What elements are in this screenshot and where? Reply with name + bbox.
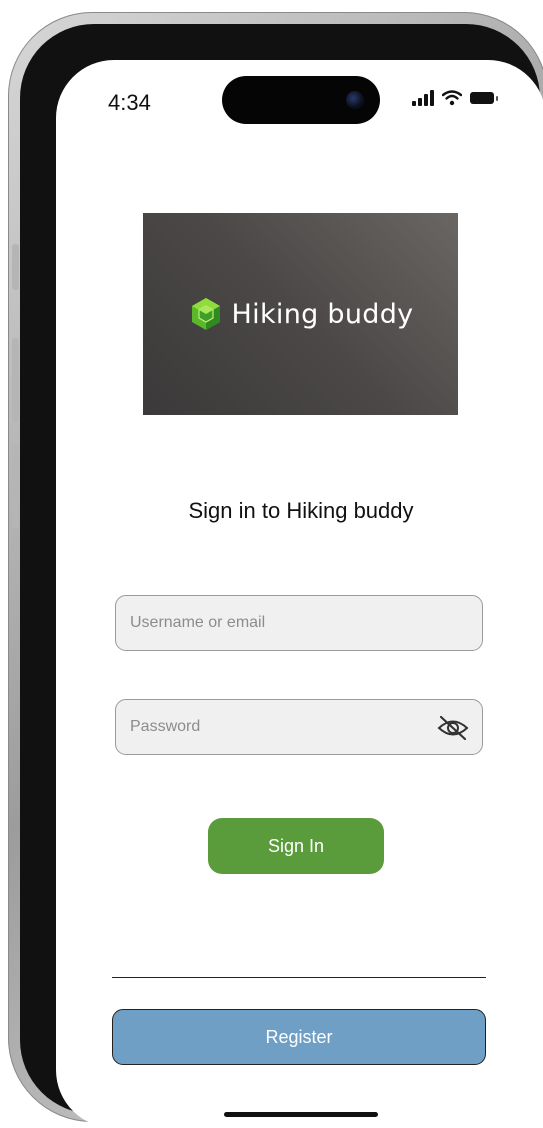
wifi-icon [442, 90, 462, 106]
page-title: Sign in to Hiking buddy [188, 498, 414, 523]
sign-in-button[interactable]: Sign In [208, 818, 384, 874]
logo-text: Hiking buddy [231, 298, 414, 330]
password-input[interactable] [116, 700, 482, 754]
eye-off-icon[interactable] [436, 714, 470, 742]
cube-logo-icon [191, 298, 220, 330]
camera-icon [346, 91, 364, 109]
signal-icon [412, 90, 434, 106]
volume-up-button [12, 338, 19, 422]
app-screen: 4:34 Hiking buddy Sign in to Hiking budd… [56, 60, 543, 1128]
status-icons [412, 90, 498, 106]
status-time: 4:34 [108, 90, 151, 115]
register-button[interactable]: Register [112, 1009, 486, 1065]
username-input[interactable] [116, 596, 482, 650]
username-field-container [115, 595, 483, 651]
volume-down-button [12, 444, 19, 528]
action-button [12, 244, 19, 290]
home-indicator[interactable] [224, 1112, 378, 1117]
battery-icon [470, 92, 498, 104]
phone-bezel: 4:34 Hiking buddy Sign in to Hiking budd… [20, 24, 543, 1128]
divider [112, 977, 486, 978]
dynamic-island [222, 76, 380, 124]
password-field-container [115, 699, 483, 755]
phone-frame: 4:34 Hiking buddy Sign in to Hiking budd… [8, 12, 543, 1128]
app-logo-banner: Hiking buddy [143, 213, 458, 415]
